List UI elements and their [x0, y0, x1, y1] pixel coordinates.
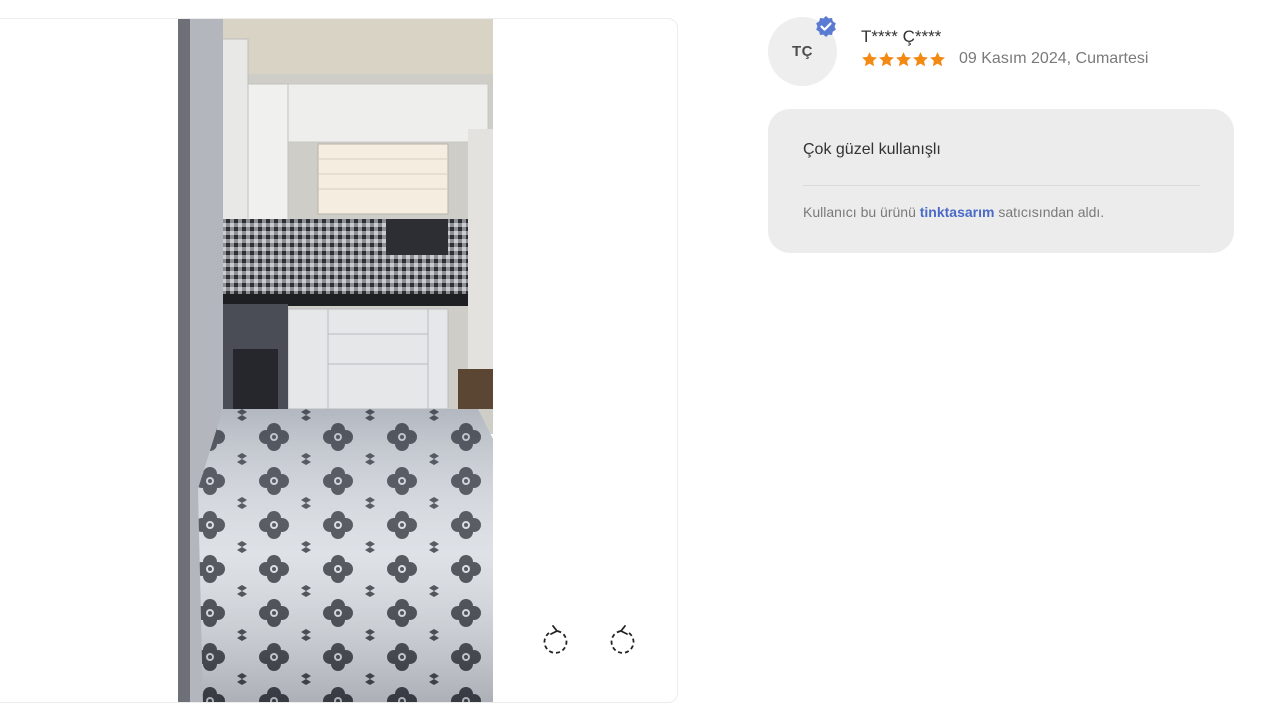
seller-prefix: Kullanıcı bu ürünü — [803, 204, 916, 220]
review-card: Çok güzel kullanışlı Kullanıcı bu ürünü … — [768, 109, 1234, 253]
image-viewer — [0, 18, 678, 703]
review-date: 09 Kasım 2024, Cumartesi — [959, 50, 1149, 67]
rotate-right-icon — [610, 625, 635, 654]
review-comment: Çok güzel kullanışlı — [803, 141, 941, 158]
star-icon — [896, 51, 911, 66]
seller-link[interactable]: tinktasarım — [920, 204, 995, 220]
rotate-left-icon — [543, 625, 568, 654]
star-icon — [930, 51, 945, 66]
rotate-left-button[interactable] — [538, 623, 574, 659]
rotate-right-button[interactable] — [604, 623, 640, 659]
star-icon — [862, 51, 877, 66]
star-rating — [861, 51, 946, 68]
avatar-initials: TÇ — [792, 43, 813, 60]
verified-badge-icon — [816, 16, 836, 37]
rating-row: 09 Kasım 2024, Cumartesi — [861, 50, 1148, 68]
star-icon — [913, 51, 928, 66]
star-icon — [879, 51, 894, 66]
seller-info: Kullanıcı bu ürünü tinktasarım satıcısın… — [803, 204, 1104, 220]
review-photo[interactable] — [178, 19, 493, 702]
reviewer-name: T**** Ç**** — [861, 27, 942, 46]
divider — [803, 185, 1200, 186]
seller-suffix: satıcısından aldı. — [998, 204, 1105, 220]
